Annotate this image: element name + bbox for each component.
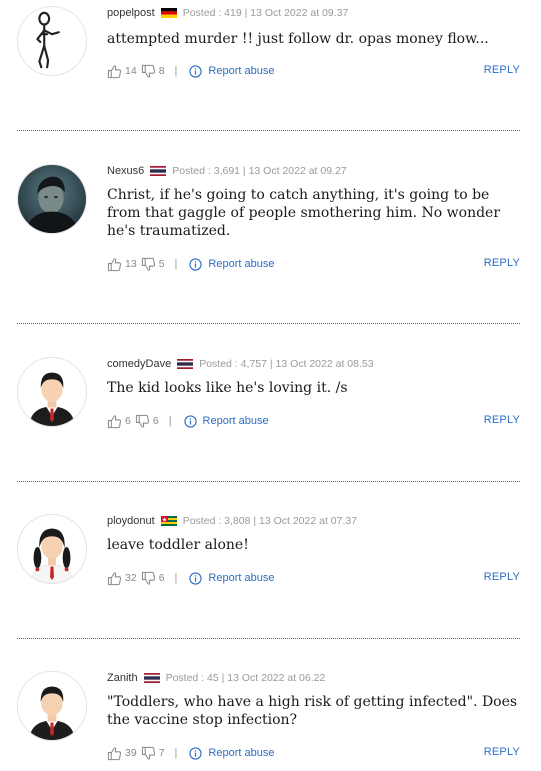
thumbs-up-icon[interactable]	[107, 64, 122, 79]
like-count: 13	[125, 258, 137, 270]
comment-item: Zanith Posted : 45 | 13 Oct 2022 at 06.2…	[0, 671, 541, 769]
separator: |	[168, 415, 172, 427]
posted-info: Posted : 3,691 | 13 Oct 2022 at 09.27	[172, 165, 347, 177]
username[interactable]: Zanith	[107, 671, 138, 685]
report-abuse-link[interactable]: Report abuse	[208, 63, 274, 79]
report-abuse-link[interactable]: Report abuse	[208, 256, 274, 272]
separator: |	[174, 572, 178, 584]
posted-info: Posted : 45 | 13 Oct 2022 at 06.22	[165, 672, 326, 684]
thailand-flag-icon	[177, 359, 193, 369]
comment-meta: Zanith Posted : 45 | 13 Oct 2022 at 06.2…	[107, 671, 325, 685]
comment-actions: 6 6 | Report abuse	[107, 413, 527, 429]
like-count: 14	[125, 65, 137, 77]
reply-button[interactable]: REPLY	[484, 746, 520, 758]
username[interactable]: comedyDave	[107, 357, 171, 371]
thumbs-up-icon[interactable]	[107, 571, 122, 586]
divider	[17, 130, 520, 131]
thailand-flag-icon	[150, 166, 166, 176]
thumbs-down-icon[interactable]	[141, 64, 156, 79]
posted-info: Posted : 3,808 | 13 Oct 2022 at 07.37	[182, 515, 358, 527]
comment-actions: 14 8 | Report abuse	[107, 63, 527, 79]
dislike-count: 7	[158, 747, 165, 759]
username[interactable]: popelpost	[107, 6, 155, 20]
avatar[interactable]	[17, 514, 87, 584]
thumbs-down-icon[interactable]	[141, 571, 156, 586]
reply-button[interactable]: REPLY	[484, 257, 520, 269]
divider	[17, 323, 520, 324]
separator: |	[174, 65, 178, 77]
thumbs-up-icon[interactable]	[107, 414, 122, 429]
separator: |	[174, 747, 178, 759]
default-female-avatar-icon	[18, 515, 86, 583]
comment-text: "Toddlers, who have a high risk of getti…	[107, 694, 518, 728]
report-abuse-link[interactable]: Report abuse	[208, 570, 274, 586]
comment-meta: popelpost Posted : 419 | 13 Oct 2022 at …	[107, 6, 348, 20]
posted-info: Posted : 419 | 13 Oct 2022 at 09.37	[182, 7, 349, 19]
divider	[17, 638, 520, 639]
username[interactable]: Nexus6	[107, 164, 144, 178]
thumbs-down-icon[interactable]	[141, 257, 156, 272]
dislike-count: 5	[158, 258, 165, 270]
info-circle-icon	[184, 415, 197, 428]
report-abuse-link[interactable]: Report abuse	[208, 745, 274, 761]
divider	[17, 481, 520, 482]
thailand-flag-icon	[144, 673, 160, 683]
like-count: 39	[125, 747, 137, 759]
avatar[interactable]	[17, 164, 87, 234]
germany-flag-icon	[161, 8, 177, 18]
thumbs-up-icon[interactable]	[107, 257, 122, 272]
posted-info: Posted : 4,757 | 13 Oct 2022 at 08.53	[199, 358, 374, 370]
info-circle-icon	[189, 258, 202, 271]
comment-actions: 39 7 | Report abuse	[107, 745, 527, 761]
avatar[interactable]	[17, 357, 87, 427]
comment-item: popelpost Posted : 419 | 13 Oct 2022 at …	[0, 6, 541, 96]
like-count: 32	[125, 572, 137, 584]
thumbs-down-icon[interactable]	[141, 746, 156, 761]
comment-text: The kid looks like he's loving it. /s	[107, 380, 348, 396]
thumbs-up-icon[interactable]	[107, 746, 122, 761]
reply-button[interactable]: REPLY	[484, 414, 520, 426]
photo-avatar-icon	[18, 165, 86, 233]
info-circle-icon	[189, 572, 202, 585]
avatar[interactable]	[17, 671, 87, 741]
like-count: 6	[125, 415, 131, 427]
comment-text: leave toddler alone!	[107, 537, 249, 553]
separator: |	[174, 258, 178, 270]
report-abuse-link[interactable]: Report abuse	[203, 413, 269, 429]
comment-item: ploydonut Posted : 3,808 | 13 Oct 2022 a…	[0, 514, 541, 594]
dislike-count: 8	[158, 65, 165, 77]
stick-figure-avatar-icon	[18, 7, 86, 75]
info-circle-icon	[189, 65, 202, 78]
comment-actions: 13 5 | Report abuse	[107, 256, 527, 272]
comment-text: Christ, if he's going to catch anything,…	[107, 187, 501, 239]
comment-text: attempted murder !! just follow dr. opas…	[107, 31, 489, 47]
dislike-count: 6	[152, 415, 159, 427]
default-male-avatar-icon	[18, 358, 86, 426]
comment-meta: comedyDave Posted : 4,757 | 13 Oct 2022 …	[107, 357, 374, 371]
reply-button[interactable]: REPLY	[484, 571, 520, 583]
thumbs-down-icon[interactable]	[135, 414, 150, 429]
avatar[interactable]	[17, 6, 87, 76]
default-male-avatar-icon	[18, 672, 86, 740]
comment-item: Nexus6 Posted : 3,691 | 13 Oct 2022 at 0…	[0, 164, 541, 284]
comment-meta: ploydonut Posted : 3,808 | 13 Oct 2022 a…	[107, 514, 357, 528]
info-circle-icon	[189, 747, 202, 760]
dislike-count: 6	[158, 572, 165, 584]
comment-actions: 32 6 | Report abuse	[107, 570, 527, 586]
username[interactable]: ploydonut	[107, 514, 155, 528]
togo-flag-icon	[161, 516, 177, 526]
reply-button[interactable]: REPLY	[484, 64, 520, 76]
comment-item: comedyDave Posted : 4,757 | 13 Oct 2022 …	[0, 357, 541, 437]
comment-meta: Nexus6 Posted : 3,691 | 13 Oct 2022 at 0…	[107, 164, 347, 178]
